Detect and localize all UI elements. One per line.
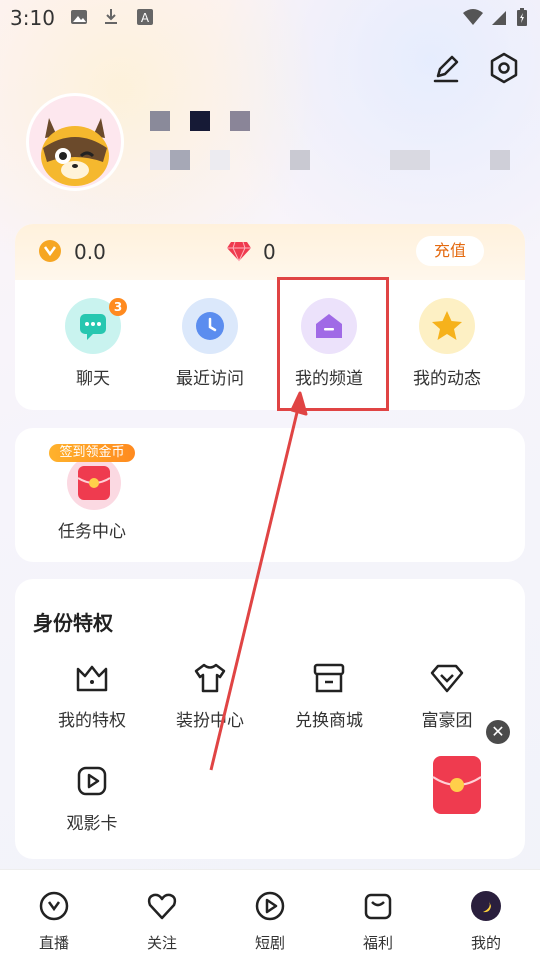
tab-mine-label: 我的 — [470, 934, 501, 952]
star-icon — [419, 298, 475, 354]
edit-icon[interactable] — [428, 50, 464, 86]
diamond-balance: 0 — [263, 240, 276, 264]
status-bar: 3:10 A — [0, 0, 540, 36]
nav-my-moments[interactable]: 我的动态 — [392, 298, 502, 389]
close-icon[interactable]: ✕ — [486, 720, 510, 744]
nav-recent-visits-label: 最近访问 — [176, 369, 244, 389]
diamond-outline-icon — [430, 664, 464, 693]
my-privileges-button[interactable]: 我的特权 — [37, 660, 147, 731]
tab-short-drama[interactable]: 短剧 — [230, 890, 310, 953]
recharge-button[interactable]: 充值 — [416, 236, 484, 266]
movie-card-label: 观影卡 — [66, 814, 118, 834]
tab-mine[interactable]: 我的 — [446, 890, 526, 953]
accessibility-icon: A — [137, 9, 153, 25]
settings-icon[interactable] — [486, 50, 522, 86]
mine-active-icon — [471, 891, 501, 921]
crown-icon — [76, 665, 108, 692]
task-center-label: 任务中心 — [58, 522, 126, 542]
highlight-box — [277, 277, 389, 411]
battery-icon — [517, 8, 527, 26]
tab-live-label: 直播 — [38, 934, 69, 952]
coin-icon — [39, 240, 61, 262]
dress-up-center-label: 装扮中心 — [176, 711, 244, 731]
movie-card-icon — [77, 766, 107, 796]
floating-red-envelope-icon[interactable] — [432, 755, 482, 815]
wifi-icon — [463, 9, 483, 25]
bottom-tab-bar: 直播 关注 短剧 福利 我的 — [0, 869, 540, 961]
exchange-mall-label: 兑换商城 — [295, 711, 363, 731]
rich-club-label: 富豪团 — [421, 711, 473, 731]
raccoon-avatar-icon — [41, 118, 109, 186]
svg-text:A: A — [141, 11, 150, 25]
tab-short-drama-label: 短剧 — [254, 934, 285, 952]
signal-icon — [492, 11, 506, 25]
nav-chat-label: 聊天 — [76, 369, 110, 389]
avatar[interactable] — [26, 93, 124, 191]
dress-up-center-button[interactable]: 装扮中心 — [155, 660, 265, 731]
tab-welfare-label: 福利 — [362, 934, 393, 952]
tab-follow[interactable]: 关注 — [122, 890, 202, 953]
tab-welfare[interactable]: 福利 — [338, 890, 418, 953]
chat-icon: 3 — [65, 298, 127, 354]
store-icon — [313, 663, 345, 693]
download-icon — [105, 9, 117, 24]
privileges-title: 身份特权 — [33, 611, 113, 635]
tshirt-icon — [194, 663, 226, 693]
checkin-tag: 签到领金币 — [49, 444, 135, 462]
gift-envelope-icon — [364, 893, 392, 920]
chat-unread-badge: 3 — [109, 298, 127, 316]
clock-icon — [182, 298, 238, 354]
heart-icon — [147, 893, 177, 920]
nav-my-moments-label: 我的动态 — [413, 369, 481, 389]
nav-recent-visits[interactable]: 最近访问 — [155, 298, 265, 389]
image-icon — [71, 10, 87, 24]
nav-chat[interactable]: 3 聊天 — [38, 298, 148, 389]
live-icon — [39, 891, 69, 921]
exchange-mall-button[interactable]: 兑换商城 — [274, 660, 384, 731]
my-privileges-label: 我的特权 — [58, 711, 126, 731]
rich-club-button[interactable]: 富豪团 — [392, 660, 502, 731]
diamond-icon — [227, 241, 251, 262]
movie-card-button[interactable]: 观影卡 — [37, 763, 147, 834]
tab-follow-label: 关注 — [146, 934, 177, 952]
red-envelope-icon — [67, 456, 121, 510]
coin-balance: 0.0 — [74, 240, 106, 264]
tab-live[interactable]: 直播 — [14, 890, 94, 953]
status-time: 3:10 — [10, 6, 55, 30]
play-icon — [255, 891, 285, 921]
